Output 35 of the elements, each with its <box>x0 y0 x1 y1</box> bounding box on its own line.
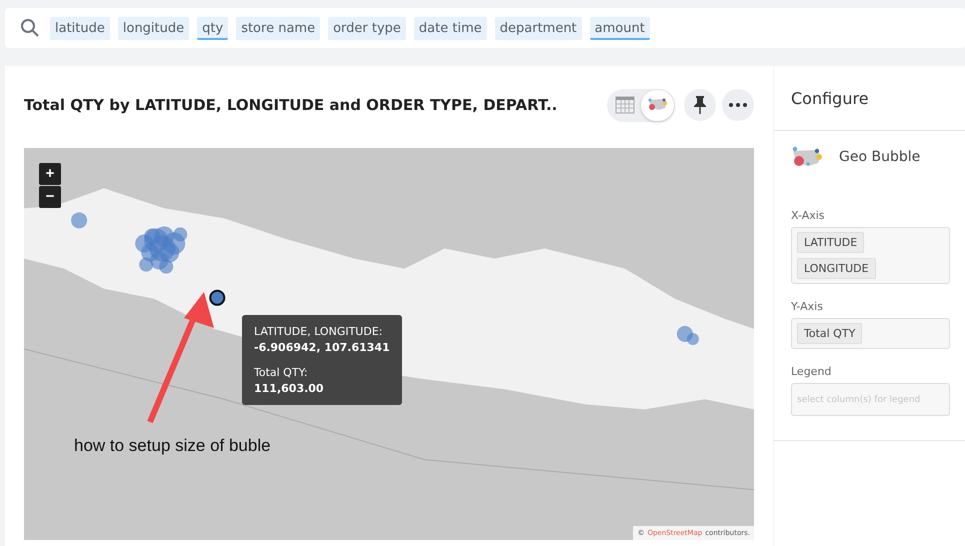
map-view-button[interactable] <box>641 90 674 120</box>
table-icon <box>614 96 634 114</box>
search-token[interactable]: date time <box>414 16 487 40</box>
more-options-button[interactable] <box>722 89 754 121</box>
configure-title: Configure <box>791 88 869 108</box>
tooltip-value: 111,603.00 <box>254 382 325 395</box>
column-chip[interactable]: LATITUDE <box>797 232 864 253</box>
column-chip[interactable]: Total QTY <box>797 323 862 344</box>
tooltip-label: LATITUDE, LONGITUDE: <box>254 325 384 338</box>
search-token[interactable]: store name <box>236 16 320 40</box>
annotation-text: how to setup size of buble <box>74 436 271 456</box>
search-token[interactable]: amount <box>590 16 650 40</box>
search-icon <box>20 18 40 38</box>
column-chip[interactable]: LONGITUDE <box>797 258 876 279</box>
search-token[interactable]: department <box>494 16 582 40</box>
search-token[interactable]: latitude <box>50 16 110 40</box>
drop-zone[interactable]: LATITUDE LONGITUDE <box>791 227 950 284</box>
section-label: Legend <box>791 365 832 378</box>
geo-bubble-icon <box>791 146 825 168</box>
pin-icon <box>693 95 707 115</box>
zoom-in-button[interactable]: + <box>39 163 61 185</box>
more-icon <box>728 102 748 108</box>
search-token[interactable]: qty <box>197 16 228 40</box>
search-token[interactable]: order type <box>328 16 406 40</box>
section-label: X-Axis <box>791 209 826 222</box>
section-label: Y-Axis <box>791 300 824 313</box>
tooltip-value: -6.906942, 107.61341 <box>254 341 390 354</box>
search-token[interactable]: longitude <box>118 16 190 40</box>
chart-type-label: Geo Bubble <box>839 149 920 165</box>
pin-button[interactable] <box>684 89 716 121</box>
chart-title: Total QTY by LATITUDE, LONGITUDE and ORDER TYPE, DEPART.. <box>24 96 558 114</box>
zoom-out-button[interactable]: − <box>39 186 61 208</box>
geo-bubble-icon <box>646 97 668 113</box>
drop-zone[interactable]: Total QTY <box>791 318 950 349</box>
tooltip-label: Total QTY: <box>254 366 309 379</box>
